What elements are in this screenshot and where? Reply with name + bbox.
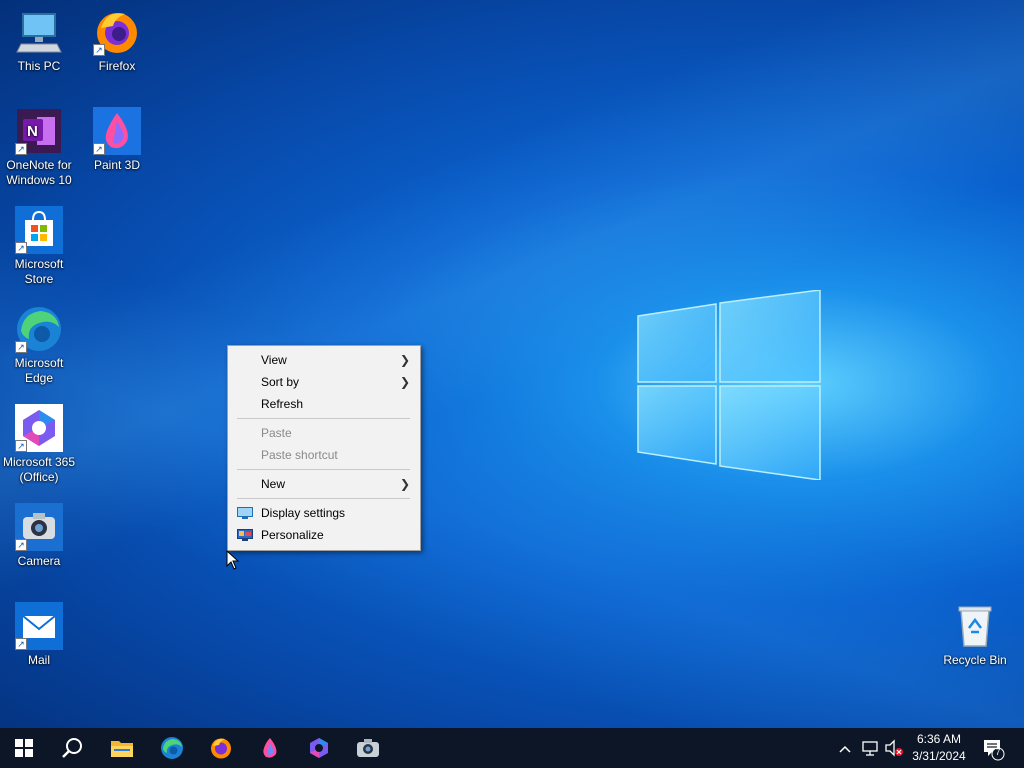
shortcut-arrow-icon: ↗	[15, 539, 27, 551]
tray-volume-muted[interactable]	[884, 728, 906, 768]
desktop-icon-label: Paint 3D	[93, 158, 141, 172]
taskbar-edge[interactable]	[148, 728, 196, 768]
menu-item-label: New	[261, 477, 286, 491]
svg-text:N: N	[27, 123, 38, 140]
volume-muted-icon	[885, 739, 903, 757]
taskbar-clock[interactable]: 6:36 AM 3/31/2024	[905, 731, 973, 765]
desktop-context-menu: View ❯ Sort by ❯ Refresh Paste Paste sho…	[227, 345, 421, 551]
shortcut-arrow-icon: ↗	[15, 242, 27, 254]
this-pc-icon	[15, 8, 63, 56]
menu-separator	[237, 418, 410, 419]
mouse-cursor-icon	[226, 550, 240, 570]
paint-3d-icon	[263, 738, 277, 758]
desktop-icon-onenote[interactable]: N ↗ OneNote for Windows 10	[0, 107, 78, 188]
onenote-icon: N ↗	[15, 107, 63, 155]
shortcut-arrow-icon: ↗	[15, 440, 27, 452]
camera-icon	[357, 739, 379, 757]
network-icon	[862, 741, 878, 756]
chevron-right-icon: ❯	[399, 375, 410, 389]
edge-icon: ↗	[15, 305, 63, 353]
clock-date: 3/31/2024	[912, 749, 966, 763]
taskbar-camera[interactable]	[344, 728, 392, 768]
action-center-button[interactable]: 7	[978, 728, 1014, 768]
start-icon	[15, 739, 33, 757]
microsoft-365-icon: ↗	[15, 404, 63, 452]
menu-item-sort-by[interactable]: Sort by ❯	[228, 371, 420, 393]
chevron-right-icon: ❯	[399, 477, 410, 491]
shortcut-arrow-icon: ↗	[93, 143, 105, 155]
menu-item-label: Refresh	[261, 397, 304, 411]
desktop-icon-label: Recycle Bin	[943, 653, 1007, 667]
notification-count-badge: 7	[995, 747, 1001, 757]
shortcut-arrow-icon: ↗	[15, 143, 27, 155]
desktop-icon-label: Microsoft 365 (Office)	[2, 455, 76, 484]
menu-item-view[interactable]: View ❯	[228, 349, 420, 371]
paint-3d-icon: ↗	[93, 107, 141, 155]
shortcut-arrow-icon: ↗	[15, 341, 27, 353]
menu-separator	[237, 469, 410, 470]
menu-item-label: View	[261, 353, 287, 367]
file-explorer-icon	[111, 741, 133, 757]
menu-item-paste[interactable]: Paste	[228, 422, 420, 444]
desktop-icon-microsoft-store[interactable]: ↗ Microsoft Store	[0, 206, 78, 287]
start-button[interactable]	[0, 728, 48, 768]
chevron-right-icon: ❯	[399, 353, 410, 367]
chevron-up-icon	[839, 745, 851, 753]
desktop-icon-mail[interactable]: ↗ Mail	[0, 602, 78, 668]
desktop-icon-paint-3d[interactable]: ↗ Paint 3D	[78, 107, 156, 173]
tray-show-hidden-icons[interactable]	[838, 728, 856, 768]
menu-item-new[interactable]: New ❯	[228, 473, 420, 495]
menu-item-label: Display settings	[261, 506, 346, 520]
desktop-icon-microsoft-365[interactable]: ↗ Microsoft 365 (Office)	[0, 404, 78, 485]
desktop-icon-label: OneNote for Windows 10	[6, 158, 72, 187]
menu-item-label: Paste shortcut	[261, 448, 338, 462]
camera-icon: ↗	[15, 503, 63, 551]
desktop-icon-recycle-bin[interactable]: Recycle Bin	[936, 602, 1014, 668]
desktop-icon-label: Camera	[17, 554, 61, 568]
mail-icon: ↗	[15, 602, 63, 650]
shortcut-arrow-icon: ↗	[93, 44, 105, 56]
microsoft-365-icon	[310, 738, 328, 758]
menu-item-paste-shortcut[interactable]: Paste shortcut	[228, 444, 420, 466]
desktop-icon-label: Microsoft Store	[14, 257, 64, 286]
taskbar: 6:36 AM 3/31/2024 7	[0, 728, 1024, 768]
display-icon	[237, 507, 253, 519]
menu-separator	[237, 498, 410, 499]
menu-item-display-settings[interactable]: Display settings	[228, 502, 420, 524]
clock-time: 6:36 AM	[916, 732, 962, 746]
shortcut-arrow-icon: ↗	[15, 638, 27, 650]
search-icon	[62, 738, 82, 758]
personalize-icon	[237, 529, 253, 541]
search-button[interactable]	[48, 728, 96, 768]
menu-item-label: Paste	[261, 426, 292, 440]
taskbar-paint-3d[interactable]	[246, 728, 294, 768]
menu-item-refresh[interactable]: Refresh	[228, 393, 420, 415]
windows-logo-wallpaper	[637, 290, 821, 480]
desktop-icon-camera[interactable]: ↗ Camera	[0, 503, 78, 569]
desktop-icon-label: This PC	[17, 59, 61, 73]
taskbar-microsoft-365[interactable]	[295, 728, 343, 768]
firefox-icon: ↗	[93, 8, 141, 56]
desktop-icon-microsoft-edge[interactable]: ↗ Microsoft Edge	[0, 305, 78, 386]
desktop-icon-label: Microsoft Edge	[14, 356, 64, 385]
edge-icon	[161, 737, 183, 759]
menu-item-label: Sort by	[261, 375, 300, 389]
desktop-icon-label: Firefox	[98, 59, 136, 73]
desktop-icon-label: Mail	[27, 653, 50, 667]
desktop-icon-firefox[interactable]: ↗ Firefox	[78, 8, 156, 74]
recycle-bin-icon	[951, 602, 999, 650]
taskbar-file-explorer[interactable]	[98, 728, 146, 768]
menu-item-label: Personalize	[261, 528, 324, 542]
taskbar-firefox[interactable]	[197, 728, 245, 768]
menu-item-personalize[interactable]: Personalize	[228, 524, 420, 546]
desktop-icon-this-pc[interactable]: This PC	[0, 8, 78, 74]
microsoft-store-icon: ↗	[15, 206, 63, 254]
tray-network[interactable]	[861, 728, 881, 768]
firefox-icon	[211, 738, 231, 759]
